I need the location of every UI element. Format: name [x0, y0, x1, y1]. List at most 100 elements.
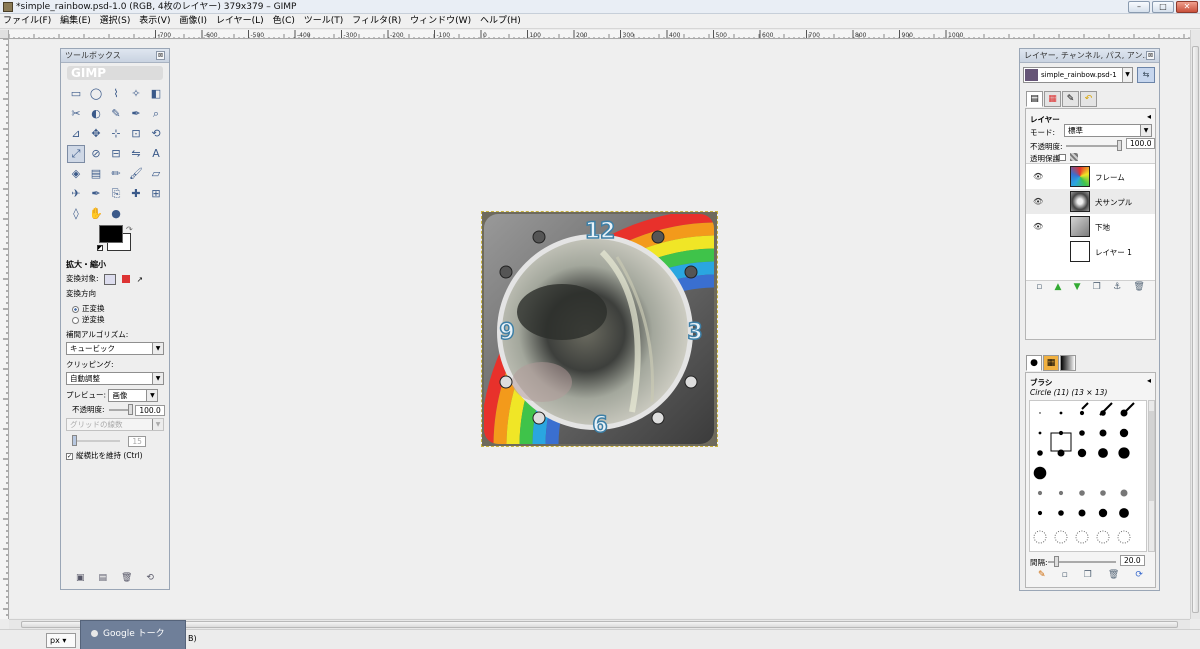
fuzzy-select-icon[interactable]: ✧ [127, 85, 145, 103]
perspective-icon[interactable]: ⊟ [107, 145, 125, 163]
rotate-icon[interactable]: ⟲ [147, 125, 165, 143]
spacing-spin[interactable]: 20.0 [1120, 555, 1145, 566]
layer-row[interactable]: 👁 下地 [1026, 214, 1155, 239]
new-layer-icon[interactable]: ▫ [1036, 282, 1042, 292]
auto-button[interactable]: ⇆ [1137, 67, 1155, 83]
paths-icon[interactable]: ✎ [107, 105, 125, 123]
fg-bg-color-swatches[interactable]: ↷ [97, 225, 137, 255]
scissors-icon[interactable]: ✂ [67, 105, 85, 123]
direction-reverse-row[interactable]: 逆変換 [66, 314, 164, 325]
preview-select[interactable]: 画像 ▼ [108, 389, 159, 402]
dock-close-icon[interactable]: ⊠ [1146, 51, 1155, 60]
reset-options-icon[interactable]: ⟲ [146, 573, 154, 583]
tab-channels[interactable]: ▦ [1044, 91, 1061, 107]
keep-aspect-checkbox[interactable]: ✓ [66, 452, 73, 460]
clipping-select[interactable]: 自動調整 ▼ [66, 372, 164, 385]
keep-aspect-row[interactable]: ✓ 縦横比を維持 (Ctrl) [66, 450, 164, 461]
layers-menu-icon[interactable]: ◂ [1147, 112, 1151, 121]
smudge-icon[interactable]: ✋ [87, 205, 105, 223]
crop-icon[interactable]: ⊡ [127, 125, 145, 143]
toolbox-close-icon[interactable]: ⊠ [156, 51, 165, 60]
vertical-scrollbar-thumb[interactable] [1192, 46, 1199, 613]
vertical-scrollbar[interactable] [1190, 30, 1200, 619]
measure-icon[interactable]: ⊿ [67, 125, 85, 143]
direction-reverse-radio[interactable] [72, 316, 79, 324]
horizontal-scrollbar[interactable] [9, 619, 1190, 629]
foreground-color-swatch[interactable] [99, 225, 123, 243]
blend-icon[interactable]: ▤ [87, 165, 105, 183]
swap-colors-icon[interactable]: ↷ [126, 225, 133, 234]
delete-options-icon[interactable]: 🗑 [121, 573, 132, 583]
vertical-ruler[interactable] [0, 39, 9, 619]
transform-selection-icon[interactable] [122, 275, 131, 283]
horizontal-scrollbar-thumb[interactable] [21, 621, 1178, 628]
pencil-icon[interactable]: ✏ [107, 165, 125, 183]
menu-layer[interactable]: レイヤー(L) [213, 14, 267, 28]
ink-icon[interactable]: ✒ [87, 185, 105, 203]
tab-gradients[interactable] [1060, 355, 1076, 371]
duplicate-brush-icon[interactable]: ❐ [1084, 570, 1092, 580]
menu-help[interactable]: ヘルプ(H) [477, 14, 524, 28]
eye-icon[interactable]: 👁 [1033, 222, 1043, 231]
maximize-button[interactable]: □ [1152, 1, 1174, 13]
color-select-icon[interactable]: ◧ [147, 85, 165, 103]
zoom-icon[interactable]: ⌕ [147, 105, 165, 123]
delete-layer-icon[interactable]: 🗑 [1133, 282, 1144, 292]
text-icon[interactable]: A [147, 145, 165, 163]
airbrush-icon[interactable]: ✈ [67, 185, 85, 203]
layer-opacity-spin[interactable]: 100.0 [1126, 138, 1156, 149]
rect-select-icon[interactable]: ▭ [67, 85, 85, 103]
layer-opacity-knob[interactable] [1117, 140, 1122, 151]
google-talk-notification[interactable]: Google トーク [80, 620, 186, 649]
heal-icon[interactable]: ✚ [127, 185, 145, 203]
perspective-clone-icon[interactable]: ⊞ [147, 185, 165, 203]
direction-normal-radio[interactable] [72, 305, 79, 313]
image-select[interactable]: simple_rainbow.psd-1 ▼ [1023, 67, 1133, 83]
layer-row[interactable]: レイヤー 1 [1026, 239, 1155, 264]
opacity-spin[interactable]: 100.0 [135, 404, 165, 416]
brush-scrollbar[interactable] [1148, 400, 1155, 552]
layer-row[interactable]: 👁 フレーム [1026, 164, 1155, 189]
eye-icon[interactable]: 👁 [1033, 197, 1043, 206]
spacing-knob[interactable] [1054, 556, 1059, 567]
move-icon[interactable]: ✥ [87, 125, 105, 143]
eye-icon[interactable]: 👁 [1033, 172, 1043, 181]
transform-path-icon[interactable]: ↗ [137, 275, 143, 284]
horizontal-ruler[interactable]: -700 -600 -500 -400 -300 -200 -100 0 100 200 300 40… [9, 30, 1190, 39]
interpolation-select[interactable]: キュービック ▼ [66, 342, 164, 355]
lower-layer-icon[interactable]: ▼ [1074, 282, 1081, 292]
blur-icon[interactable]: ◊ [67, 205, 85, 223]
image-layer-preview[interactable]: 12 3 6 9 [481, 211, 718, 447]
delete-brush-icon[interactable]: 🗑 [1108, 570, 1119, 580]
menu-windows[interactable]: ウィンドウ(W) [407, 14, 474, 28]
direction-normal-row[interactable]: 正変換 [66, 303, 164, 314]
menu-colors[interactable]: 色(C) [270, 14, 298, 28]
brush-scrollbar-thumb[interactable] [1149, 411, 1154, 501]
ruler-corner[interactable] [0, 30, 9, 39]
scale-icon[interactable]: ⤢ [67, 145, 85, 163]
menu-image[interactable]: 画像(I) [176, 14, 210, 28]
save-options-icon[interactable]: ▣ [76, 573, 85, 583]
minimize-button[interactable]: – [1128, 1, 1150, 13]
duplicate-layer-icon[interactable]: ❐ [1093, 282, 1101, 292]
layer-opacity-slider[interactable] [1066, 140, 1122, 151]
anchor-layer-icon[interactable]: ⚓ [1113, 282, 1121, 292]
tab-brushes[interactable]: ● [1026, 355, 1042, 371]
restore-options-icon[interactable]: ▤ [98, 573, 107, 583]
shear-icon[interactable]: ⊘ [87, 145, 105, 163]
menu-edit[interactable]: 編集(E) [57, 14, 94, 28]
color-picker-icon[interactable]: ✒ [127, 105, 145, 123]
refresh-brushes-icon[interactable]: ⟳ [1135, 570, 1143, 580]
transform-layer-icon[interactable] [103, 273, 116, 285]
layer-list[interactable]: 👁 フレーム 👁 犬サンプル 👁 下地 レイヤー 1 [1026, 163, 1155, 281]
layer-row[interactable]: 👁 犬サンプル [1026, 189, 1155, 214]
new-brush-icon[interactable]: ▫ [1062, 570, 1068, 580]
brush-grid[interactable] [1029, 400, 1147, 552]
close-button[interactable]: ✕ [1176, 1, 1198, 13]
tab-patterns[interactable]: ▦ [1043, 355, 1059, 371]
flip-icon[interactable]: ⇋ [127, 145, 145, 163]
eraser-icon[interactable]: ▱ [147, 165, 165, 183]
layer-mode-select[interactable]: 標準 ▼ [1064, 124, 1152, 137]
clone-icon[interactable]: ⎘ [107, 185, 125, 203]
menu-tools[interactable]: ツール(T) [301, 14, 347, 28]
